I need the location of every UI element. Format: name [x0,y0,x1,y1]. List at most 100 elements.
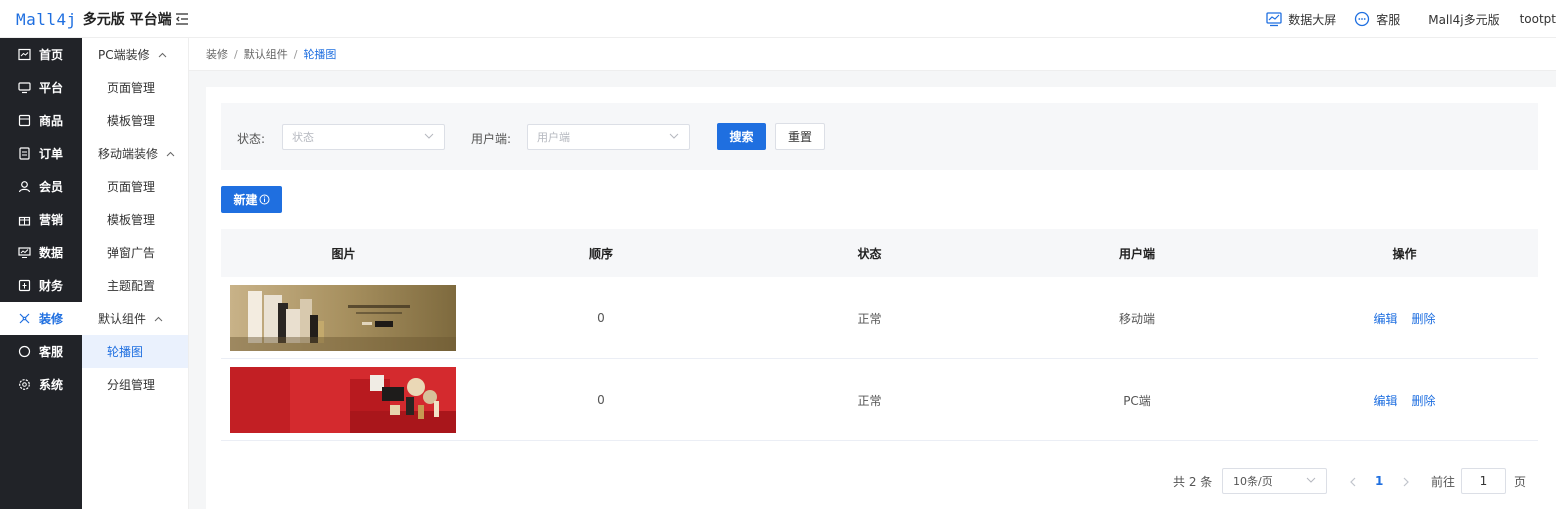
pagination-total: 共 2 条 [1173,474,1213,489]
page-size-select[interactable]: 10条/页 [1222,468,1327,494]
delete-link[interactable]: 删除 [1412,392,1436,409]
client-filter-label: 用户端: [471,132,512,146]
data-screen-link[interactable]: 数据大屏 [1266,11,1336,28]
nav-finance-label: 财务 [39,279,64,293]
col-header-status: 状态 [857,246,882,261]
prev-page-icon[interactable] [1349,477,1356,487]
shop-switcher[interactable]: Mall4j多元版 [1428,11,1499,28]
gift-icon [18,216,31,226]
edit-link[interactable]: 编辑 [1373,392,1397,409]
chevron-up-icon [154,316,163,321]
nav-platform[interactable]: 平台 [0,71,82,104]
chat-bubble-icon [1355,11,1370,27]
nav-group-pc-label: PC端装修 [98,48,150,62]
secondary-sidebar: PC端装修 页面管理 模板管理 移动端装修 页面管理 模板管理 弹窗广告 主题配… [82,38,189,509]
nav-finance[interactable]: 财务 [0,269,82,302]
info-icon [259,194,269,205]
status-select[interactable]: 状态 [282,124,445,150]
nav-member[interactable]: 会员 [0,170,82,203]
chevron-down-icon [424,133,434,139]
shop-label: Mall4j多元版 [1428,12,1500,27]
nav-popup-ad[interactable]: 弹窗广告 [82,236,188,269]
nav-pc-template-manage[interactable]: 模板管理 [82,104,188,137]
nav-decoration[interactable]: 装修 [0,302,82,335]
chevron-up-icon [166,151,175,156]
nav-data[interactable]: 数据 [0,236,82,269]
nav-marketing-label: 营销 [39,213,64,227]
collapse-menu-icon[interactable] [174,11,190,27]
cell-order: 0 [597,311,605,325]
cell-status: 正常 [857,311,882,326]
nav-group-default-label: 默认组件 [98,312,147,326]
cell-actions: 编辑 删除 [1271,277,1538,359]
nav-service[interactable]: 客服 [0,335,82,368]
nav-home[interactable]: 首页 [0,38,82,71]
col-header-order: 顺序 [588,246,613,261]
col-header-image: 图片 [331,246,356,261]
page-size-value: 10条/页 [1233,475,1273,488]
nav-order[interactable]: 订单 [0,137,82,170]
table-row: 0 正常 移动端 编辑 删除 [221,277,1538,359]
logo[interactable]: Mall4j 多元版 平台端 [16,9,172,29]
breadcrumb-item[interactable]: 默认组件 [244,46,288,62]
nav-carousel[interactable]: 轮播图 [82,335,188,368]
page-number-current[interactable]: 1 [1375,468,1383,494]
status-select-placeholder: 状态 [292,131,314,144]
client-select[interactable]: 用户端 [527,124,690,150]
goods-icon [18,114,31,127]
banner-image-gold [230,285,456,351]
goto-label: 前往 [1431,474,1456,489]
platform-icon [18,82,31,94]
search-button[interactable]: 搜索 [717,123,766,150]
nav-order-label: 订单 [39,147,64,161]
nav-goods[interactable]: 商品 [0,104,82,137]
order-icon [19,147,30,160]
nav-home-label: 首页 [39,48,64,62]
nav-group-mobile[interactable]: 移动端装修 [82,137,188,170]
home-icon [18,48,31,61]
table-header: 图片 顺序 状态 用户端 操作 [221,229,1538,277]
nav-goods-label: 商品 [39,114,64,128]
next-page-icon[interactable] [1403,477,1410,487]
nav-theme-config[interactable]: 主题配置 [82,269,188,302]
finance-icon [18,279,31,292]
user-menu[interactable]: tootpt [1520,12,1556,26]
chat-icon [18,345,31,358]
data-screen-label: 数据大屏 [1288,12,1337,27]
user-label: tootpt [1519,12,1556,26]
nav-group-default[interactable]: 默认组件 [82,302,188,335]
customer-service-link[interactable]: 客服 [1354,11,1400,28]
breadcrumb-separator: / [293,47,298,61]
col-header-actions: 操作 [1392,246,1417,261]
client-select-placeholder: 用户端 [537,131,570,144]
cell-order: 0 [597,393,605,407]
edit-link[interactable]: 编辑 [1373,310,1397,327]
logo-subtitle: 多元版 平台端 [82,12,172,28]
banner-image-red [230,367,456,433]
nav-marketing[interactable]: 营销 [0,203,82,236]
nav-mobile-template-manage[interactable]: 模板管理 [82,203,188,236]
top-header: Mall4j 多元版 平台端 数据大屏 客服 Mall4j多元版 tootpt [0,0,1556,38]
nav-mobile-page-manage[interactable]: 页面管理 [82,170,188,203]
delete-link[interactable]: 删除 [1412,310,1436,327]
chevron-down-icon [669,133,679,139]
table-row: 0 正常 PC端 编辑 删除 [221,359,1538,441]
new-button[interactable]: 新建 [221,186,282,213]
nav-group-pc[interactable]: PC端装修 [82,38,188,71]
nav-system[interactable]: 系统 [0,368,82,401]
reset-button[interactable]: 重置 [775,123,825,150]
nav-service-label: 客服 [39,345,64,359]
nav-system-label: 系统 [39,378,64,392]
nav-group-mobile-label: 移动端装修 [98,147,159,161]
nav-group-manage[interactable]: 分组管理 [82,368,188,401]
breadcrumb-separator: / [234,47,238,61]
cell-actions: 编辑 删除 [1271,359,1538,441]
data-icon [18,247,31,258]
breadcrumb-item[interactable]: 装修 [206,46,228,62]
cell-status: 正常 [857,393,882,408]
decor-icon [19,313,30,324]
goto-page-input[interactable]: 1 [1461,468,1506,494]
nav-pc-page-manage[interactable]: 页面管理 [82,71,188,104]
breadcrumb: 装修 / 默认组件 / 轮播图 [189,38,1556,71]
status-filter-label: 状态: [237,132,266,146]
